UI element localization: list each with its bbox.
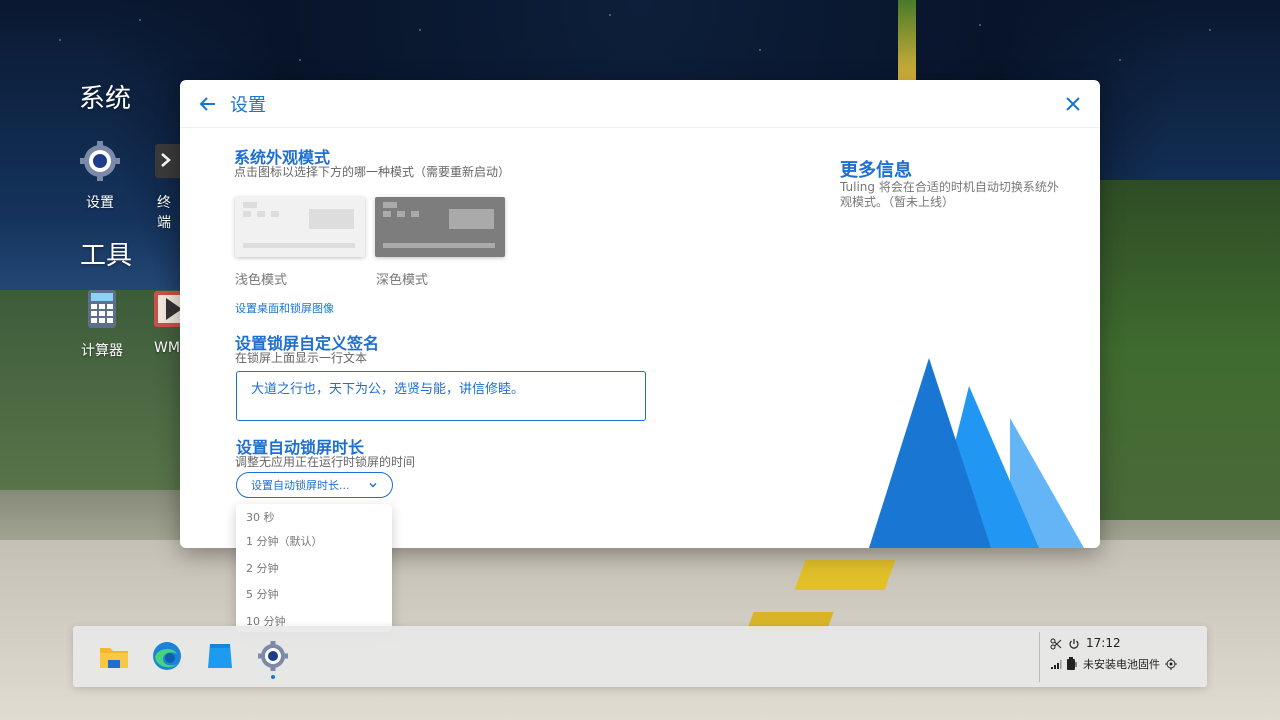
window-title: 设置 bbox=[230, 94, 266, 116]
more-info-heading: 更多信息 bbox=[840, 160, 912, 181]
close-button[interactable] bbox=[1064, 95, 1082, 113]
dark-mode-label: 深色模式 bbox=[376, 273, 429, 288]
preview-block bbox=[309, 209, 354, 229]
signature-input[interactable]: 大道之行也，天下为公，选贤与能，讲信修睦。 bbox=[236, 371, 646, 421]
scissors-icon[interactable] bbox=[1050, 638, 1062, 650]
dropdown-option[interactable]: 5 分钟 bbox=[246, 586, 279, 602]
desktop-section-tools: 工具 bbox=[80, 241, 133, 271]
back-button[interactable] bbox=[198, 94, 218, 114]
window-header: 设置 bbox=[180, 80, 1100, 128]
preview-block bbox=[397, 211, 405, 217]
preview-bar bbox=[243, 243, 355, 248]
browser-icon bbox=[153, 642, 181, 670]
taskbar-app-store[interactable] bbox=[204, 640, 236, 672]
taskbar: 17:12 未安装电池固件 bbox=[73, 626, 1207, 687]
clock-time[interactable]: 17:12 bbox=[1086, 636, 1121, 650]
preview-block bbox=[243, 202, 257, 208]
gear-icon bbox=[258, 641, 288, 671]
desktop-icon-settings[interactable]: 设置 bbox=[70, 140, 130, 212]
preview-block bbox=[271, 211, 279, 217]
settings-window: 设置 系统外观模式 点击图标以选择下方的哪一种模式（需要重新启动） 浅色模式 深… bbox=[180, 80, 1100, 548]
close-icon bbox=[1066, 96, 1080, 111]
chevron-down-icon bbox=[369, 483, 377, 488]
desktop-icon-label: 设置 bbox=[86, 195, 114, 211]
desktop-icon-label: WM bbox=[154, 340, 180, 356]
taskbar-app-browser[interactable] bbox=[151, 640, 183, 672]
preview-bar bbox=[383, 243, 495, 248]
preview-block bbox=[449, 209, 494, 229]
desktop-icon-terminal[interactable]: 终端 bbox=[143, 140, 183, 232]
appearance-subtitle: 点击图标以选择下方的哪一种模式（需要重新启动） bbox=[234, 165, 511, 179]
battery-status: 未安装电池固件 bbox=[1083, 658, 1160, 671]
gear-icon bbox=[80, 141, 120, 181]
preview-block bbox=[257, 211, 265, 217]
more-info-text: Tuling 将会在合适的时机自动切换系统外观模式。（暂未上线） bbox=[840, 180, 1059, 209]
dropdown-option[interactable]: 30 秒 bbox=[246, 509, 275, 525]
terminal-icon bbox=[155, 144, 183, 178]
wallpaper-hill-right bbox=[1100, 180, 1280, 520]
lock-timeout-dropdown: 30 秒 1 分钟（默认） 2 分钟 5 分钟 10 分钟 bbox=[236, 504, 392, 632]
calculator-icon bbox=[88, 290, 116, 328]
lock-timeout-subtitle: 调整无应用正在运行时锁屏的时间 bbox=[235, 455, 416, 469]
desktop-icon-label: 终端 bbox=[157, 195, 171, 231]
system-tray: 17:12 未安装电池固件 bbox=[1039, 632, 1207, 682]
light-mode-label: 浅色模式 bbox=[235, 273, 288, 288]
battery-icon[interactable] bbox=[1066, 657, 1078, 671]
wallpaper-gold-block bbox=[794, 560, 896, 590]
mountains-illustration bbox=[869, 358, 1084, 548]
desktop-icon-label: 计算器 bbox=[81, 343, 123, 359]
light-mode-card[interactable] bbox=[235, 197, 365, 257]
power-icon[interactable] bbox=[1068, 638, 1080, 650]
desktop-section-system: 系统 bbox=[79, 84, 132, 114]
dark-mode-card[interactable] bbox=[375, 197, 505, 257]
running-indicator bbox=[271, 675, 275, 679]
desktop-icon-calculator[interactable]: 计算器 bbox=[72, 288, 132, 360]
taskbar-app-files[interactable] bbox=[98, 640, 130, 672]
media-player-icon bbox=[154, 291, 180, 327]
location-target-icon[interactable] bbox=[1165, 658, 1177, 670]
preview-block bbox=[411, 211, 419, 217]
arrow-left-icon bbox=[199, 96, 215, 111]
preview-block bbox=[383, 211, 391, 217]
dropdown-option[interactable]: 1 分钟（默认） bbox=[246, 533, 323, 549]
wallpaper-pillar bbox=[898, 0, 916, 80]
preview-block bbox=[243, 211, 251, 217]
preview-block bbox=[383, 202, 397, 208]
dropdown-option[interactable]: 2 分钟 bbox=[246, 560, 279, 576]
store-bag-icon bbox=[208, 644, 232, 668]
folder-icon bbox=[100, 648, 128, 668]
desktop-icon-wm[interactable]: WM bbox=[146, 288, 180, 356]
taskbar-app-settings[interactable] bbox=[257, 640, 289, 679]
select-value: 设置自动锁屏时长... bbox=[251, 479, 350, 492]
wallpaper-settings-link[interactable]: 设置桌面和锁屏图像 bbox=[235, 300, 334, 316]
signal-icon[interactable] bbox=[1050, 658, 1062, 670]
lock-timeout-select[interactable]: 设置自动锁屏时长... bbox=[236, 472, 393, 498]
signature-subtitle: 在锁屏上面显示一行文本 bbox=[235, 351, 368, 365]
